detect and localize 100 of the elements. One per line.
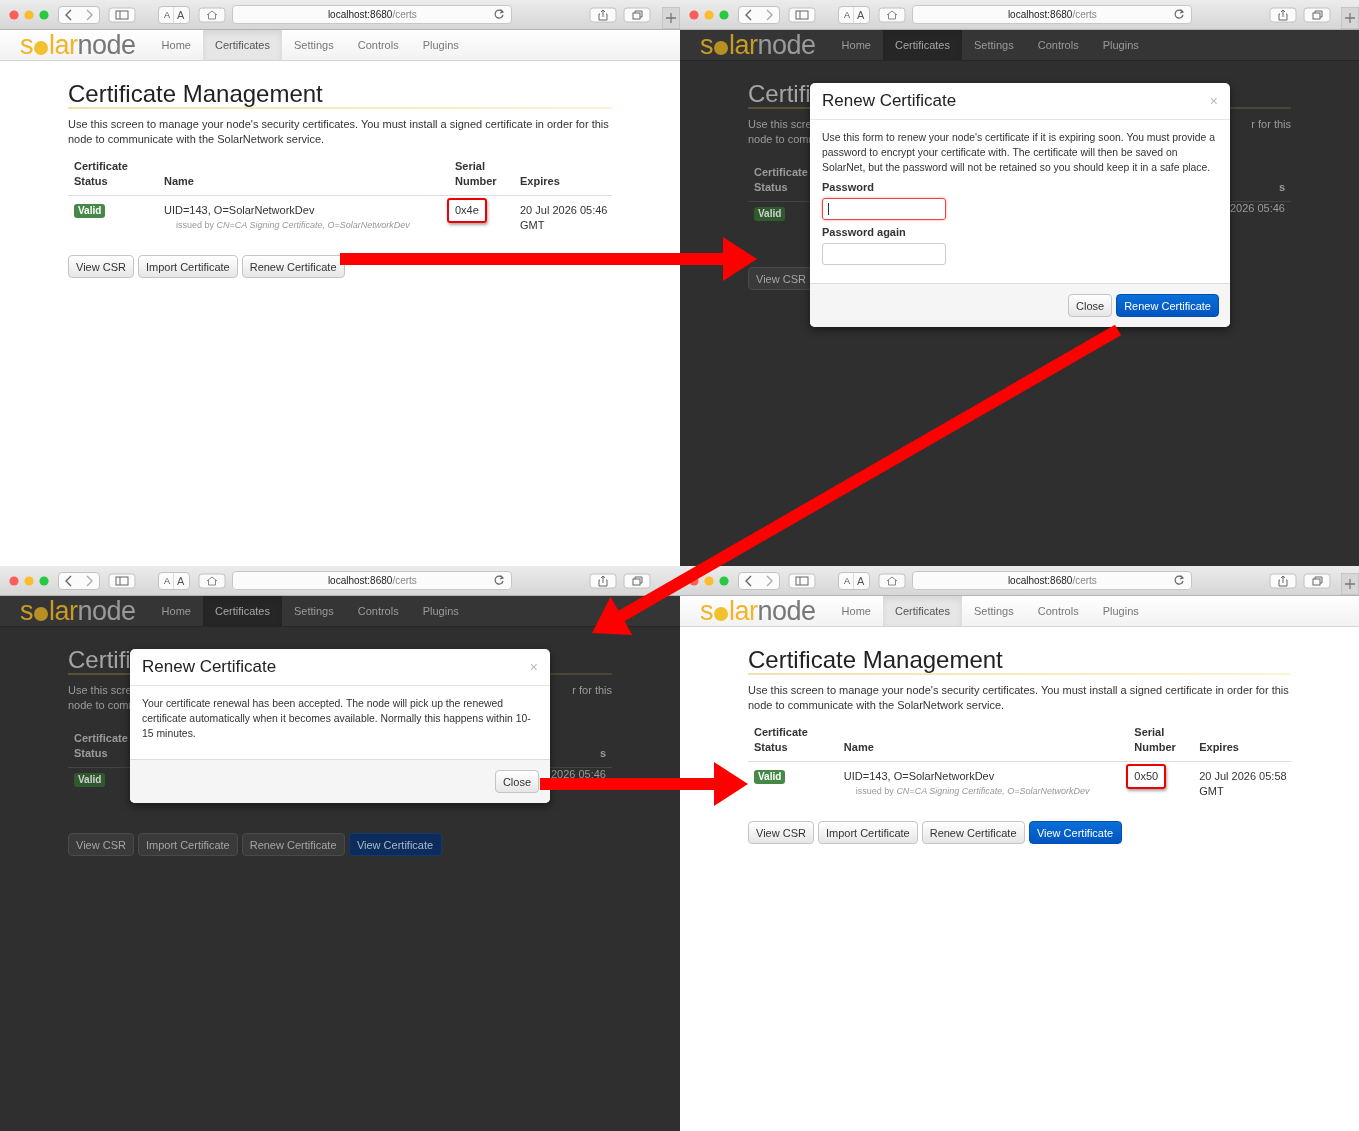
nav-tab[interactable]: Controls [345, 30, 411, 60]
text-larger-button[interactable]: A [174, 6, 188, 23]
window-controls-icon[interactable] [689, 9, 729, 20]
modal-button[interactable]: Close [494, 770, 539, 793]
text-smaller-button[interactable]: A [161, 572, 174, 589]
nav-tab[interactable]: Certificates [882, 596, 962, 626]
home-icon[interactable] [878, 572, 907, 589]
password-field[interactable] [822, 243, 946, 265]
sidebar-icon[interactable] [788, 572, 816, 589]
column-header: Expires [519, 174, 561, 189]
nav-tab[interactable]: Controls [345, 596, 411, 626]
logo[interactable]: s larnode [700, 596, 816, 626]
action-button[interactable]: View Certificate [348, 833, 442, 856]
tabs-icon[interactable] [623, 572, 652, 589]
nav-tab[interactable]: Certificates [882, 30, 962, 60]
nav-tab[interactable]: Plugins [1090, 30, 1151, 60]
nav-tab[interactable]: Home [829, 596, 883, 626]
modal-title: Renew Certificate [142, 657, 277, 677]
modal-button[interactable]: Close [1068, 294, 1113, 317]
password-field[interactable] [822, 198, 946, 220]
column-header: Serial Number [1133, 725, 1177, 755]
action-button[interactable]: Import Certificate [137, 833, 238, 856]
new-tab-icon[interactable] [1341, 7, 1359, 29]
action-button[interactable]: Import Certificate [817, 821, 918, 844]
serial-number: 0x4e [447, 198, 487, 223]
reload-icon[interactable] [493, 8, 506, 20]
modal-text: Your certificate renewal has been accepted. The node will pick up the renewed certificate automatically when it becomes available. Normally this happens within 10-15 minutes. [142, 697, 532, 741]
home-icon[interactable] [198, 572, 227, 589]
column-header: Expires [1198, 740, 1240, 755]
nav-tab[interactable]: Controls [1025, 596, 1091, 626]
description-text: Use this scre [748, 117, 812, 132]
share-icon[interactable] [1269, 6, 1298, 23]
certificate-name: UID=143, O=SolarNetworkDev [164, 203, 316, 218]
logo[interactable]: s larnode [20, 30, 136, 60]
nav-tab[interactable]: Settings [281, 30, 346, 60]
share-icon[interactable] [1269, 572, 1298, 589]
modal-title: Renew Certificate [822, 91, 957, 111]
text-larger-button[interactable]: A [854, 6, 868, 23]
home-icon[interactable] [878, 6, 907, 23]
text-larger-button[interactable]: A [174, 572, 188, 589]
column-header: Name [842, 740, 875, 755]
action-button[interactable]: View CSR [68, 255, 134, 278]
column-header: Certificate Status [753, 725, 809, 755]
issuer-text: issued by CN=CA Signing Certificate, O=SolarNetworkDev [175, 219, 411, 232]
nav-tab[interactable]: Plugins [410, 30, 471, 60]
description-text: node to comr [68, 698, 133, 713]
nav-tab[interactable]: Plugins [410, 596, 471, 626]
share-icon[interactable] [589, 6, 618, 23]
window-controls-icon[interactable] [9, 9, 49, 20]
logo[interactable]: s larnode [700, 30, 816, 60]
nav-tab[interactable]: Home [149, 30, 203, 60]
action-button[interactable]: View CSR [68, 833, 134, 856]
nav-tab[interactable]: Home [149, 596, 203, 626]
expiry-date: 2026 05:46 [1229, 202, 1286, 216]
sidebar-icon[interactable] [108, 6, 136, 23]
action-button[interactable]: Renew Certificate [241, 833, 345, 856]
action-button[interactable]: Renew Certificate [241, 255, 345, 278]
page-heading: Certifi [748, 81, 811, 107]
action-button[interactable]: Import Certificate [137, 255, 238, 278]
address-bar[interactable]: localhost:8680/certs [912, 5, 1193, 24]
modal-button[interactable]: Renew Certificate [1116, 294, 1219, 317]
tabs-icon[interactable] [1303, 572, 1332, 589]
status-badge: Valid [754, 207, 786, 221]
reload-icon[interactable] [1173, 8, 1186, 20]
logo[interactable]: s larnode [20, 596, 136, 626]
text-smaller-button[interactable]: A [841, 6, 854, 23]
tabs-icon[interactable] [623, 6, 652, 23]
window-controls-icon[interactable] [9, 575, 49, 586]
action-button[interactable]: View CSR [748, 821, 814, 844]
nav-tab[interactable]: Certificates [202, 30, 282, 60]
nav-tab[interactable]: Settings [961, 596, 1026, 626]
new-tab-icon[interactable] [1341, 573, 1359, 595]
field-label: Password [822, 181, 874, 193]
nav-tab[interactable]: Settings [281, 596, 346, 626]
text-smaller-button[interactable]: A [841, 572, 854, 589]
text-smaller-button[interactable]: A [161, 6, 174, 23]
sidebar-icon[interactable] [788, 6, 816, 23]
column-header: s [1278, 180, 1286, 195]
reload-icon[interactable] [1173, 574, 1186, 586]
tabs-icon[interactable] [1303, 6, 1332, 23]
new-tab-icon[interactable] [662, 7, 680, 29]
address-bar[interactable]: localhost:8680/certs [912, 571, 1193, 590]
description-text: node to comr [748, 132, 813, 147]
status-badge: Valid [754, 770, 786, 784]
expiry-date: 20 Jul 2026 05:58 GMT [1199, 770, 1287, 797]
action-button[interactable]: Renew Certificate [921, 821, 1025, 844]
nav-tab[interactable]: Certificates [202, 596, 282, 626]
sidebar-icon[interactable] [108, 572, 136, 589]
reload-icon[interactable] [493, 574, 506, 586]
nav-tab[interactable]: Controls [1025, 30, 1091, 60]
page-heading: Certifi [68, 647, 131, 673]
nav-tab[interactable]: Settings [961, 30, 1026, 60]
action-button[interactable]: View Certificate [1028, 821, 1122, 844]
share-icon[interactable] [589, 572, 618, 589]
address-bar[interactable]: localhost:8680/certs [232, 5, 513, 24]
home-icon[interactable] [198, 6, 227, 23]
address-bar[interactable]: localhost:8680/certs [232, 571, 513, 590]
nav-tab[interactable]: Plugins [1090, 596, 1151, 626]
nav-tab[interactable]: Home [829, 30, 883, 60]
text-larger-button[interactable]: A [854, 572, 868, 589]
